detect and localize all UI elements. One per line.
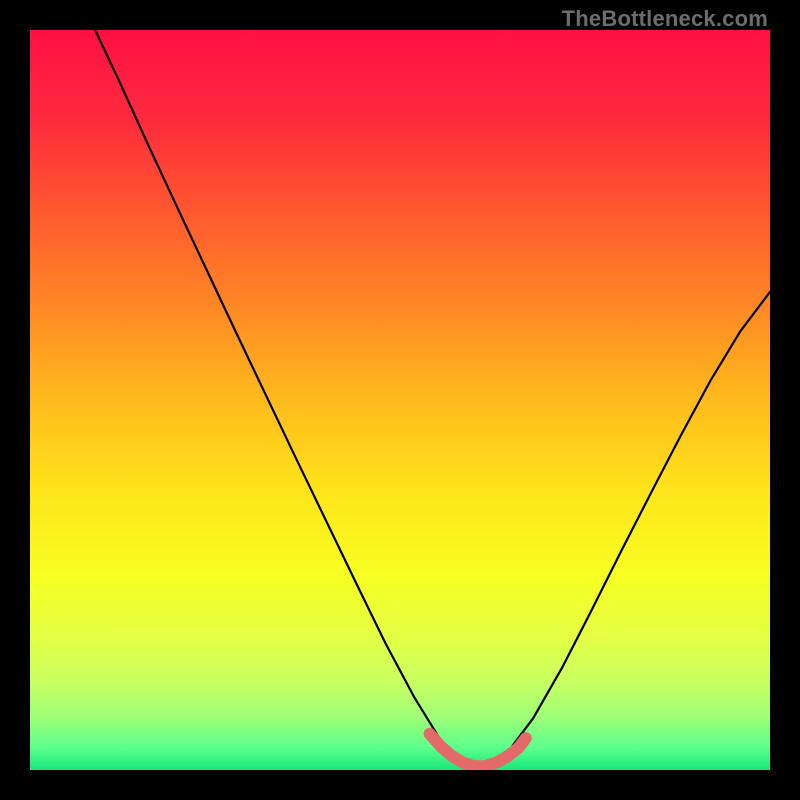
bottleneck-curve-path: [95, 30, 770, 767]
watermark-text: TheBottleneck.com: [562, 6, 768, 32]
curve-layer: [30, 30, 770, 770]
chart-frame: TheBottleneck.com: [0, 0, 800, 800]
plot-area: [30, 30, 770, 770]
valley-flat-path: [430, 734, 526, 767]
